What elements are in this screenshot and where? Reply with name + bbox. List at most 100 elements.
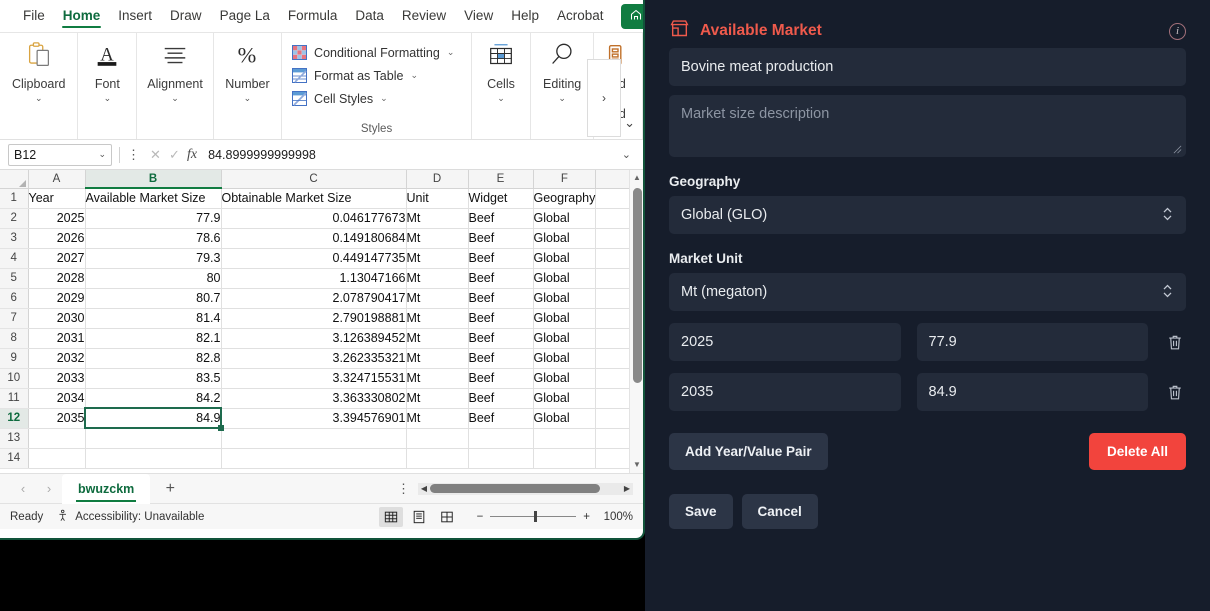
row-header-10[interactable]: 10: [0, 368, 28, 388]
cell-c9[interactable]: 3.262335321: [221, 348, 406, 368]
cell-d9[interactable]: Mt: [406, 348, 468, 368]
cell-a9[interactable]: 2032: [28, 348, 85, 368]
next-sheet-icon[interactable]: ›: [36, 481, 62, 496]
cell-f11[interactable]: Global: [533, 388, 596, 408]
zoom-out-icon[interactable]: −: [477, 511, 484, 523]
cell-c12[interactable]: 3.394576901: [221, 408, 406, 428]
row-header-4[interactable]: 4: [0, 248, 28, 268]
row-header-6[interactable]: 6: [0, 288, 28, 308]
cell-e12[interactable]: Beef: [468, 408, 533, 428]
chevron-down-icon[interactable]: ⌄: [35, 93, 43, 103]
menu-item-file[interactable]: File: [14, 1, 54, 31]
formula-input[interactable]: 84.8999999999998: [203, 144, 618, 166]
ribbon-group-clipboard[interactable]: Clipboard ⌄: [0, 33, 78, 139]
cell-f9[interactable]: Global: [533, 348, 596, 368]
horizontal-scrollbar[interactable]: ◀ ▶: [418, 483, 633, 495]
page-layout-view-icon[interactable]: [407, 507, 431, 527]
cell-c6[interactable]: 2.078790417: [221, 288, 406, 308]
cell-a8[interactable]: 2031: [28, 328, 85, 348]
zoom-control[interactable]: − + 100%: [477, 511, 633, 523]
cell-c8[interactable]: 3.126389452: [221, 328, 406, 348]
cell-a13[interactable]: [28, 428, 85, 448]
cell-b14[interactable]: [85, 448, 221, 468]
cell-f2[interactable]: Global: [533, 208, 596, 228]
chevron-down-icon[interactable]: ⌄: [410, 70, 418, 81]
row-header-5[interactable]: 5: [0, 268, 28, 288]
cell-c11[interactable]: 3.363330802: [221, 388, 406, 408]
cell-e14[interactable]: [468, 448, 533, 468]
cell-f7[interactable]: Global: [533, 308, 596, 328]
cell-c1[interactable]: Obtainable Market Size: [221, 188, 406, 208]
row-header-13[interactable]: 13: [0, 428, 28, 448]
row-header-2[interactable]: 2: [0, 208, 28, 228]
chevron-down-icon[interactable]: ⌄: [380, 93, 388, 104]
cell-e2[interactable]: Beef: [468, 208, 533, 228]
cell-e1[interactable]: Widget: [468, 188, 533, 208]
column-header-d[interactable]: D: [406, 170, 468, 188]
cell-b3[interactable]: 78.6: [85, 228, 221, 248]
menu-item-view[interactable]: View: [455, 1, 502, 31]
ribbon-group-cells[interactable]: Cells ⌄: [472, 33, 531, 139]
cell-b8[interactable]: 82.1: [85, 328, 221, 348]
ribbon-overflow-button[interactable]: ›: [587, 59, 621, 137]
conditional-formatting-button[interactable]: Conditional Formatting ⌄: [292, 41, 454, 64]
cell-e8[interactable]: Beef: [468, 328, 533, 348]
cell-b11[interactable]: 84.2: [85, 388, 221, 408]
market-description-input[interactable]: Market size description: [669, 95, 1186, 157]
share-button[interactable]: Share ▾: [621, 4, 646, 29]
chevron-down-icon[interactable]: ⌄: [171, 93, 179, 103]
cell-b2[interactable]: 77.9: [85, 208, 221, 228]
cell-a14[interactable]: [28, 448, 85, 468]
cell-c13[interactable]: [221, 428, 406, 448]
cell-d10[interactable]: Mt: [406, 368, 468, 388]
expand-formula-bar-icon[interactable]: ⌄: [618, 148, 635, 161]
name-box[interactable]: B12 ⌄: [8, 144, 112, 166]
row-header-11[interactable]: 11: [0, 388, 28, 408]
row-header-14[interactable]: 14: [0, 448, 28, 468]
cell-b12[interactable]: 84.9: [85, 408, 221, 428]
cell-a1[interactable]: Year: [28, 188, 85, 208]
cell-b7[interactable]: 81.4: [85, 308, 221, 328]
cell-b13[interactable]: [85, 428, 221, 448]
pair-year-input-1[interactable]: 2035: [669, 373, 901, 411]
cell-b9[interactable]: 82.8: [85, 348, 221, 368]
cell-f3[interactable]: Global: [533, 228, 596, 248]
row-header-7[interactable]: 7: [0, 308, 28, 328]
cell-d12[interactable]: Mt: [406, 408, 468, 428]
cancel-entry-icon[interactable]: ✕: [146, 147, 165, 163]
delete-all-button[interactable]: Delete All: [1089, 433, 1186, 470]
cell-d1[interactable]: Unit: [406, 188, 468, 208]
cell-e9[interactable]: Beef: [468, 348, 533, 368]
horizontal-scroll-thumb[interactable]: [430, 484, 600, 493]
chevron-down-icon[interactable]: ⌄: [104, 93, 112, 103]
cell-f8[interactable]: Global: [533, 328, 596, 348]
cell-a7[interactable]: 2030: [28, 308, 85, 328]
cell-e7[interactable]: Beef: [468, 308, 533, 328]
cell-d5[interactable]: Mt: [406, 268, 468, 288]
column-header-f[interactable]: F: [533, 170, 596, 188]
page-break-view-icon[interactable]: [435, 507, 459, 527]
cell-c2[interactable]: 0.046177673: [221, 208, 406, 228]
row-header-3[interactable]: 3: [0, 228, 28, 248]
cell-c14[interactable]: [221, 448, 406, 468]
cell-f4[interactable]: Global: [533, 248, 596, 268]
cell-d13[interactable]: [406, 428, 468, 448]
cell-e13[interactable]: [468, 428, 533, 448]
scroll-up-icon[interactable]: ▲: [630, 170, 643, 186]
menu-item-help[interactable]: Help: [502, 1, 548, 31]
cell-a10[interactable]: 2033: [28, 368, 85, 388]
cell-a6[interactable]: 2029: [28, 288, 85, 308]
vertical-scrollbar[interactable]: ▲ ▼: [629, 170, 643, 473]
menu-item-acrobat[interactable]: Acrobat: [548, 1, 613, 31]
cell-b4[interactable]: 79.3: [85, 248, 221, 268]
geography-select[interactable]: Global (GLO): [669, 196, 1186, 234]
menu-item-insert[interactable]: Insert: [109, 1, 161, 31]
cell-c5[interactable]: 1.13047166: [221, 268, 406, 288]
cell-c10[interactable]: 3.324715531: [221, 368, 406, 388]
row-header-1[interactable]: 1: [0, 188, 28, 208]
cell-b10[interactable]: 83.5: [85, 368, 221, 388]
cell-c3[interactable]: 0.149180684: [221, 228, 406, 248]
ribbon-group-alignment[interactable]: Alignment ⌄: [137, 33, 214, 139]
cell-d2[interactable]: Mt: [406, 208, 468, 228]
cell-c7[interactable]: 2.790198881: [221, 308, 406, 328]
